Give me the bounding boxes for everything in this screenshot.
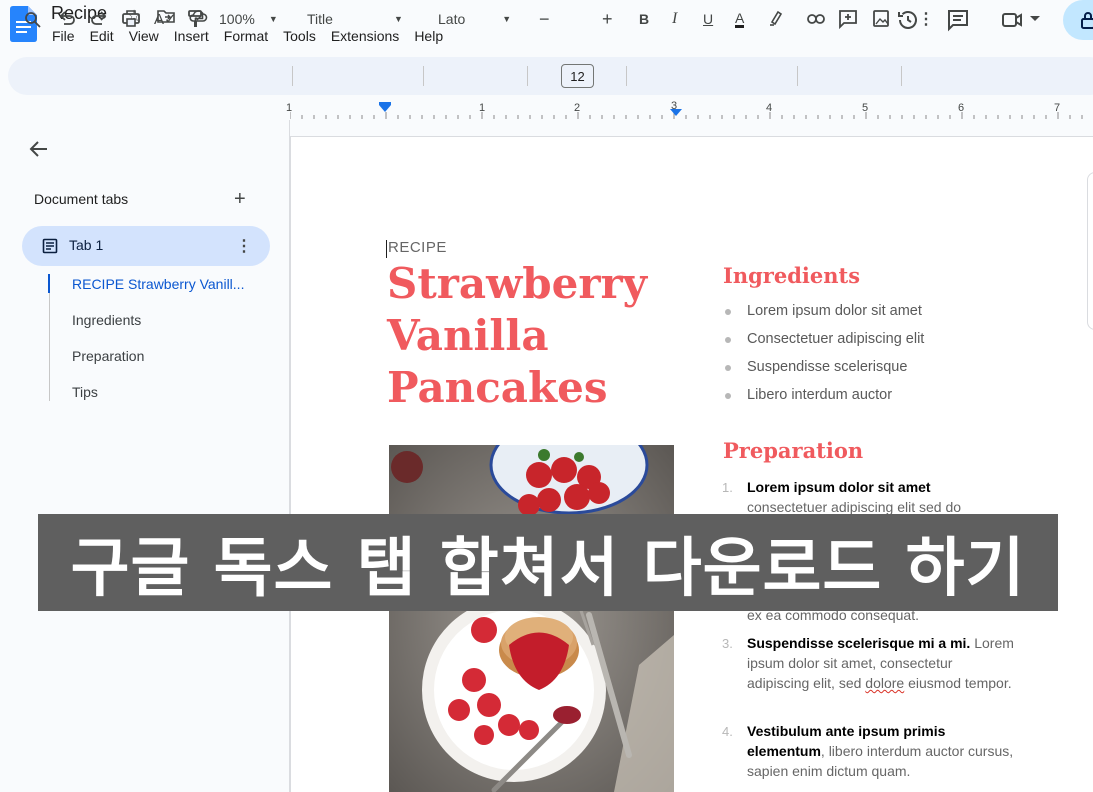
increase-font-size-button[interactable]: + [602,0,613,38]
outline-active-marker [48,274,50,293]
preparation-step[interactable]: Suspendisse scelerisque mi a mi. Lorem i… [747,633,1017,693]
bold-button[interactable]: B [639,0,649,38]
document-tabs-title: Document tabs [34,191,129,207]
horizontal-ruler[interactable]: 1 1 2 3 4 5 6 7 [286,100,1093,120]
title-line: Pancakes [387,363,608,412]
title-line: Strawberry [387,259,647,308]
comments-icon[interactable] [946,8,970,32]
font-dropdown-icon: ▼ [502,14,512,24]
outline-item-preparation[interactable]: Preparation [72,348,144,364]
outline-item-tips[interactable]: Tips [72,384,98,400]
step-bold-text: Lorem ipsum dolor sit amet [747,479,931,495]
title-line: Vanilla [387,311,549,360]
zoom-dropdown-icon: ▼ [268,14,278,24]
highlight-color-icon[interactable] [767,0,785,38]
toolbar-divider [292,66,293,86]
document-tabs-panel [6,120,290,792]
print-icon[interactable] [121,0,141,38]
style-value: Title [307,11,333,27]
back-arrow-icon[interactable] [28,138,50,160]
outline-item-ingredients[interactable]: Ingredients [72,312,141,328]
font-value: Lato [438,11,466,27]
tab-item-1[interactable] [22,226,270,266]
lock-icon [1081,12,1093,29]
ruler-number: 5 [862,102,869,114]
bullet-marker [725,393,731,399]
tab-options-icon[interactable]: ⋮ [236,236,252,256]
ingredient-item[interactable]: Libero interdum auctor [747,387,892,403]
ingredient-item[interactable]: Consectetuer adipiscing elit [747,331,924,347]
font-select[interactable]: Lato ▼ [438,0,511,38]
font-size-input[interactable]: 12 [561,64,594,88]
ingredient-item[interactable]: Suspendisse scelerisque [747,359,907,375]
pancakes-photo[interactable] [389,445,674,792]
bullet-marker [725,337,731,343]
spellcheck-icon[interactable]: A✓ [154,0,177,38]
ruler-number: 3 [671,100,678,112]
misspelled-word[interactable]: dolore [865,675,904,691]
step-text: eiusmod tempor. [904,675,1012,691]
search-menus-icon[interactable] [24,0,42,38]
toolbar-divider [527,66,528,86]
google-docs-window: Recipe ☆ File Edit View Insert Format To… [0,0,1093,792]
redo-icon[interactable] [90,0,108,38]
more-options-icon[interactable]: ⋮ [918,0,934,38]
zoom-select[interactable]: 100% ▼ [219,0,278,38]
toolbar-divider [797,66,798,86]
outline-item-title[interactable]: RECIPE Strawberry Vanill... [72,276,244,292]
ingredient-item[interactable]: Lorem ipsum dolor sit amet [747,303,922,319]
side-panel-card [1087,172,1093,330]
underline-button[interactable]: U [703,0,713,38]
paint-format-icon[interactable] [186,0,204,38]
ruler-number: 6 [958,102,965,114]
ruler-ticks [289,102,1083,119]
ruler-number: 4 [766,102,773,114]
zoom-value: 100% [219,11,255,27]
step-number: 3. [722,636,733,651]
toolbar [8,57,1093,95]
add-tab-button[interactable]: + [234,188,246,211]
toolbar-divider [423,66,424,86]
step-number: 1. [722,480,733,495]
recipe-kicker[interactable]: RECIPE [388,239,447,256]
italic-button[interactable]: I [672,0,677,38]
text-cursor [386,240,387,258]
preparation-step[interactable]: Lorem ipsum dolor sit amet consectetuer … [747,477,1017,517]
tab-label[interactable]: Tab 1 [69,237,103,253]
bullet-marker [725,309,731,315]
insert-link-icon[interactable] [806,0,826,38]
outline-guide [49,274,50,401]
chevron-down-icon[interactable] [1030,16,1040,22]
version-history-icon[interactable] [896,8,920,32]
toolbar-divider [626,66,627,86]
preparation-step[interactable]: Vestibulum ante ipsum primis elementum, … [747,721,1017,781]
document-tab-icon [42,238,58,254]
text-color-button[interactable]: A [735,0,745,38]
ruler-number: 2 [574,102,581,114]
undo-icon[interactable] [58,0,76,38]
decrease-font-size-button[interactable]: − [539,0,550,38]
style-select[interactable]: Title ▼ [307,0,403,38]
step-bold-text: Suspendisse scelerisque mi a mi. [747,635,971,651]
style-dropdown-icon: ▼ [393,14,403,24]
step-text: consectetuer adipiscing elit sed do [747,499,962,515]
ruler-number: 1 [479,102,486,114]
recipe-title[interactable]: Strawberry Vanilla Pancakes [387,258,647,414]
ingredients-heading[interactable]: Ingredients [723,263,860,288]
preparation-heading[interactable]: Preparation [723,438,863,463]
bullet-marker [725,365,731,371]
text-color-label: A [735,9,745,28]
step-number: 4. [722,724,733,739]
insert-image-icon[interactable] [872,0,890,38]
banner-text: 구글 독스 탭 합쳐서 다운로드 하기 [70,531,1026,606]
title-banner-overlay: 구글 독스 탭 합쳐서 다운로드 하기 [38,514,1058,611]
ruler-number: 1 [286,102,293,114]
ruler-number: 7 [1054,102,1061,114]
meet-camera-icon[interactable] [1000,8,1024,32]
add-comment-icon[interactable] [838,0,858,38]
toolbar-divider [901,66,902,86]
